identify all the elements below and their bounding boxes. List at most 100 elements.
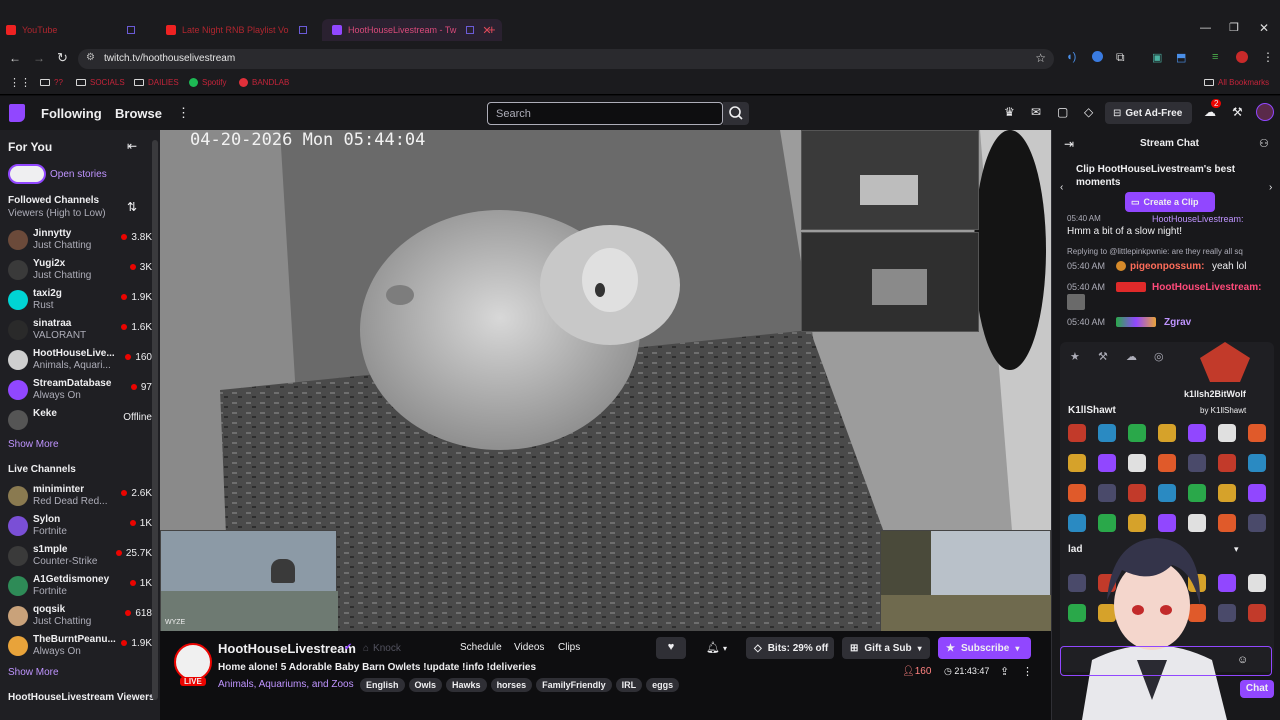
tab-schedule[interactable]: Schedule bbox=[460, 642, 502, 653]
user-avatar[interactable] bbox=[1256, 103, 1274, 121]
inbox-icon[interactable]: ✉ bbox=[1031, 105, 1041, 119]
emote-button[interactable] bbox=[1068, 484, 1086, 502]
collapse-chat-icon[interactable]: ⇥ bbox=[1064, 137, 1074, 151]
emote-button[interactable] bbox=[1218, 424, 1236, 442]
emote-button[interactable] bbox=[1128, 454, 1146, 472]
emote-button[interactable] bbox=[1248, 424, 1266, 442]
channel-row[interactable]: sinatraa VALORANT 1.6K bbox=[8, 316, 152, 344]
stream-tag[interactable]: IRL bbox=[615, 678, 643, 692]
emote-button[interactable] bbox=[1128, 424, 1146, 442]
extension-icon[interactable]: ⬒ bbox=[1176, 51, 1186, 64]
stories-avatars[interactable] bbox=[8, 164, 46, 184]
notification-bell-button[interactable]: 🔔︎ ▾ bbox=[696, 637, 736, 659]
follow-heart-button[interactable]: ♥ bbox=[656, 637, 686, 659]
chat-username[interactable]: HootHouseLivestream: bbox=[1152, 214, 1244, 224]
emote-button[interactable] bbox=[1098, 424, 1116, 442]
stream-category-link[interactable]: Animals, Aquariums, and Zoos bbox=[218, 679, 354, 690]
extensions-puzzle-icon[interactable]: ⧉ bbox=[1116, 50, 1125, 65]
bookmark-star-icon[interactable]: ☆ bbox=[1035, 51, 1046, 65]
bookmark-spotify[interactable]: Spotify bbox=[189, 78, 226, 87]
stream-tag[interactable]: horses bbox=[490, 678, 533, 692]
channel-row[interactable]: Yugi2x Just Chatting 3K bbox=[8, 256, 152, 284]
site-info-icon[interactable]: ⚙ bbox=[86, 52, 95, 63]
extensions-icon[interactable]: ⚒ bbox=[1232, 105, 1243, 119]
emote-button[interactable] bbox=[1098, 484, 1116, 502]
chat-username[interactable]: Zgrav bbox=[1164, 317, 1191, 328]
extension-icon[interactable]: ▣ bbox=[1152, 51, 1162, 64]
channel-row[interactable]: Jinnytty Just Chatting 3.8K bbox=[8, 226, 152, 254]
channel-name[interactable]: HootHouseLivestream bbox=[218, 641, 356, 656]
share-icon[interactable]: ⇪ bbox=[1000, 665, 1009, 678]
stream-tag[interactable]: FamilyFriendly bbox=[536, 678, 612, 692]
twitch-logo-icon[interactable] bbox=[9, 104, 25, 122]
subscribe-button[interactable]: ★ Subscribe ▾ bbox=[938, 637, 1031, 659]
crown-icon[interactable]: ♛ bbox=[1004, 105, 1015, 119]
stream-tag[interactable]: Owls bbox=[408, 678, 443, 692]
open-stories-link[interactable]: Open stories bbox=[50, 169, 107, 180]
emote-button[interactable] bbox=[1158, 424, 1176, 442]
show-more-link[interactable]: Show More bbox=[8, 667, 59, 678]
following-link[interactable]: Following bbox=[41, 106, 102, 121]
sidebar-scrollbar[interactable] bbox=[152, 140, 158, 700]
bookmark-bandlab[interactable]: BANDLAB bbox=[239, 78, 289, 87]
bookmark-folder[interactable]: SOCIALS bbox=[76, 78, 125, 87]
emote-button[interactable] bbox=[1218, 454, 1236, 472]
extension-icon[interactable]: ≡ bbox=[1212, 51, 1218, 63]
favorites-icon[interactable]: ★ bbox=[1070, 350, 1080, 363]
collapse-sidebar-icon[interactable]: ⇤ bbox=[127, 139, 137, 153]
tab-videos[interactable]: Videos bbox=[514, 642, 544, 653]
emote-button[interactable] bbox=[1218, 484, 1236, 502]
extension-icon[interactable] bbox=[1092, 51, 1103, 62]
whispers-icon[interactable]: ▢ bbox=[1057, 105, 1068, 119]
bookmark-folder[interactable]: ?? bbox=[40, 78, 63, 87]
bits-discount-button[interactable]: ◇ Bits: 29% off bbox=[746, 637, 834, 659]
emote-button[interactable] bbox=[1158, 484, 1176, 502]
browser-tab-playlist[interactable]: Late Night RNB Playlist Vo bbox=[166, 19, 307, 41]
show-more-link[interactable]: Show More bbox=[8, 439, 59, 450]
apps-grid-icon[interactable]: ⋮⋮ bbox=[9, 76, 31, 89]
chat-username[interactable]: HootHouseLivestream: bbox=[1152, 282, 1261, 293]
stream-tag[interactable]: English bbox=[360, 678, 405, 692]
emote-button[interactable] bbox=[1248, 484, 1266, 502]
emote-button[interactable] bbox=[1098, 454, 1116, 472]
emote-button[interactable] bbox=[1068, 424, 1086, 442]
stream-tag[interactable]: eggs bbox=[646, 678, 680, 692]
global-emotes-icon[interactable]: ☁ bbox=[1126, 350, 1137, 363]
reload-icon[interactable]: ↻ bbox=[57, 50, 68, 66]
browse-link[interactable]: Browse bbox=[115, 106, 162, 121]
promo-next-icon[interactable]: › bbox=[1269, 182, 1272, 193]
tab-clips[interactable]: Clips bbox=[558, 642, 580, 653]
more-options-icon[interactable]: ⋮ bbox=[1022, 665, 1033, 678]
chat-send-button[interactable]: Chat bbox=[1240, 680, 1274, 698]
stream-tag[interactable]: Hawks bbox=[446, 678, 487, 692]
extension-icon[interactable]: ◖) bbox=[1066, 51, 1076, 63]
emote-toggle-icon[interactable]: ☺ bbox=[1237, 654, 1248, 666]
channel-row[interactable]: A1Getdismoney Fortnite 1K bbox=[8, 572, 152, 600]
sort-icon[interactable]: ⇅ bbox=[127, 200, 137, 214]
channel-row[interactable]: qoqsik Just Chatting 618 bbox=[8, 602, 152, 630]
more-menu-icon[interactable]: ⋮ bbox=[177, 105, 190, 121]
channel-row[interactable]: s1mple Counter-Strike 25.7K bbox=[8, 542, 152, 570]
channel-row[interactable]: Keke Offline bbox=[8, 406, 152, 434]
emote-button[interactable] bbox=[1188, 454, 1206, 472]
browser-tab-youtube[interactable]: YouTube bbox=[6, 19, 136, 41]
new-tab-icon[interactable]: + bbox=[488, 22, 496, 37]
restore-window-icon[interactable]: ❐ bbox=[1229, 21, 1239, 34]
chat-username[interactable]: pigeonpossum: bbox=[1130, 261, 1204, 272]
close-window-icon[interactable]: ✕ bbox=[1259, 21, 1269, 35]
emote-button[interactable] bbox=[1128, 484, 1146, 502]
back-icon[interactable]: ← bbox=[9, 51, 21, 65]
chat-input[interactable]: ☺ bbox=[1060, 646, 1272, 676]
knock-button[interactable]: ⌂ Knock bbox=[363, 639, 443, 657]
search-button[interactable] bbox=[723, 102, 749, 125]
emote-button[interactable] bbox=[1068, 454, 1086, 472]
chat-users-icon[interactable]: ⚇ bbox=[1259, 137, 1269, 150]
channel-row[interactable]: StreamDatabase Always On 97 bbox=[8, 376, 152, 404]
channel-avatar[interactable] bbox=[174, 643, 212, 681]
minimize-window-icon[interactable]: — bbox=[1200, 22, 1211, 34]
create-clip-button[interactable]: ▭ Create a Clip bbox=[1125, 192, 1215, 212]
emote-search-icon[interactable]: ◎ bbox=[1154, 350, 1164, 363]
channel-emotes-icon[interactable]: ⚒ bbox=[1098, 350, 1108, 363]
get-ad-free-button[interactable]: ⊟ Get Ad-Free bbox=[1105, 102, 1192, 124]
url-field[interactable]: ⚙ twitch.tv/hoothouselivestream ☆ bbox=[78, 49, 1054, 69]
